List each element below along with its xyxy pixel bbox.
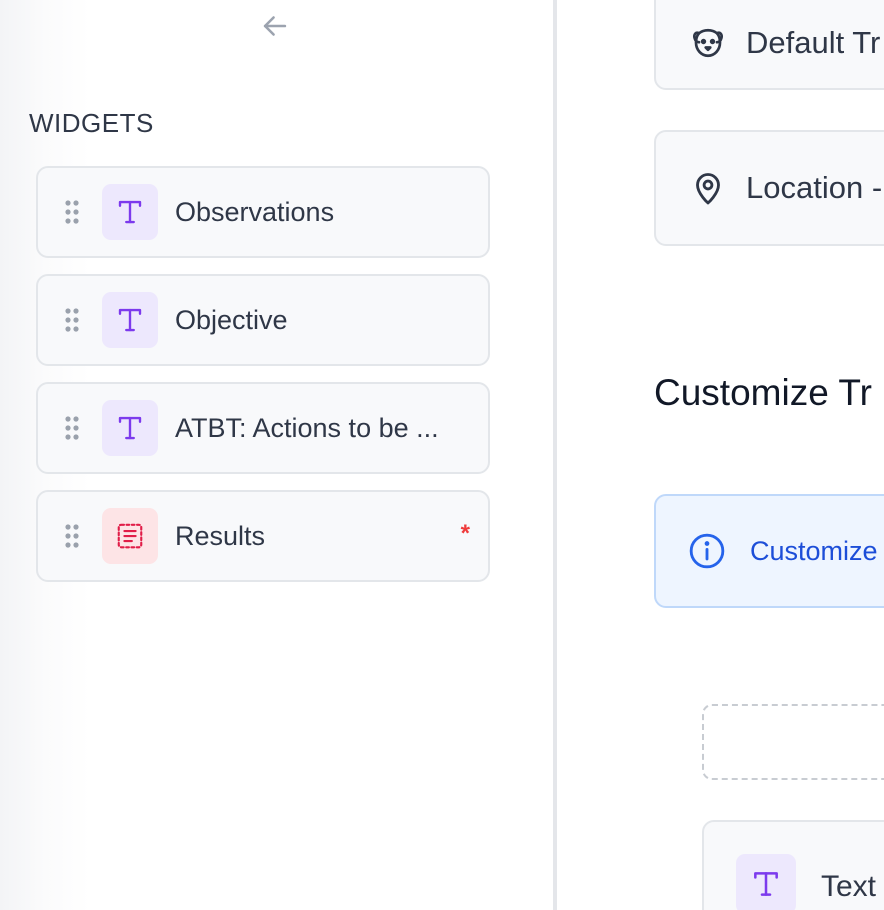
form-canvas: Default Tr Location - Customize Tr Custo… (557, 0, 884, 910)
field-label: Default Tr (746, 25, 881, 60)
arrow-left-icon (263, 16, 287, 36)
drag-handle-icon[interactable] (64, 307, 80, 333)
field-label: Location - (746, 170, 883, 205)
text-type-icon (736, 854, 796, 910)
section-title: Customize Tr (654, 372, 872, 413)
widget-label: Objective (175, 304, 288, 335)
form-builder: WIDGETS Observations Objective ATBT: Act… (0, 0, 884, 910)
widget-label: Results (175, 520, 266, 551)
text-type-icon (102, 292, 158, 348)
widget-item-atbt[interactable]: ATBT: Actions to be ... (36, 382, 490, 474)
widget-drop-zone[interactable] (702, 704, 884, 780)
pet-face-icon (693, 28, 723, 58)
default-treatment-field[interactable]: Default Tr (654, 0, 884, 90)
result-list-icon (102, 508, 158, 564)
text-widget-card[interactable]: Text (702, 820, 884, 910)
info-banner: Customize (654, 494, 884, 608)
info-banner-text: Customize (750, 535, 878, 566)
drag-handle-icon[interactable] (64, 523, 80, 549)
widgets-heading: WIDGETS (29, 108, 154, 138)
text-widget-label: Text (821, 870, 877, 903)
drag-handle-icon[interactable] (64, 199, 80, 225)
required-indicator: * (460, 520, 470, 547)
widget-item-objective[interactable]: Objective (36, 274, 490, 366)
widget-label: Observations (175, 196, 335, 227)
drag-handle-icon[interactable] (64, 415, 80, 441)
text-type-icon (102, 400, 158, 456)
widget-label: ATBT: Actions to be ... (175, 412, 439, 443)
text-type-icon (102, 184, 158, 240)
location-pin-icon (696, 173, 720, 205)
back-button[interactable] (256, 8, 294, 44)
widget-item-observations[interactable]: Observations (36, 166, 490, 258)
widgets-sidebar: WIDGETS Observations Objective ATBT: Act… (0, 0, 554, 910)
info-icon (689, 533, 725, 569)
location-field[interactable]: Location - (654, 130, 884, 246)
widget-item-results[interactable]: Results * (36, 490, 490, 582)
